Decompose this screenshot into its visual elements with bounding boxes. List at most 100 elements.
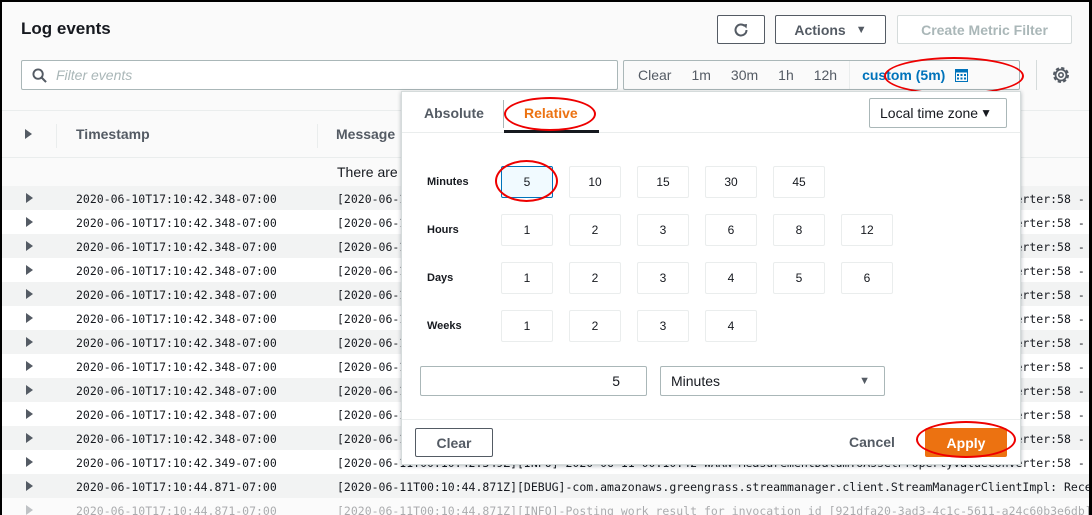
expand-row-icon[interactable] xyxy=(26,241,33,251)
refresh-button[interactable] xyxy=(717,15,765,44)
option-chip[interactable]: 8 xyxy=(773,214,825,246)
log-row[interactable]: 2020-06-10T17:10:44.871-07:00 [2020-06-11… xyxy=(2,474,1089,498)
option-chip[interactable]: 3 xyxy=(637,262,689,294)
column-header-message[interactable]: Message xyxy=(336,126,395,142)
option-chip[interactable]: 6 xyxy=(705,214,757,246)
option-chip[interactable]: 1 xyxy=(501,214,553,246)
option-chip[interactable]: 2 xyxy=(569,214,621,246)
range-1h[interactable]: 1h xyxy=(768,61,804,89)
option-chip[interactable]: 30 xyxy=(705,166,757,198)
timezone-label: Local time zone xyxy=(880,105,979,121)
expand-row-icon[interactable] xyxy=(26,433,33,443)
option-row-label: Hours xyxy=(427,224,459,236)
amount-input[interactable] xyxy=(420,366,647,396)
row-timestamp: 2020-06-10T17:10:42.348-07:00 xyxy=(76,264,277,278)
range-12h[interactable]: 12h xyxy=(804,61,847,89)
option-row-label: Weeks xyxy=(427,320,462,332)
page-title: Log events xyxy=(21,19,111,38)
tab-absolute[interactable]: Absolute xyxy=(424,105,484,121)
active-tab-indicator xyxy=(504,130,599,133)
actions-label: Actions xyxy=(794,21,846,38)
option-chip[interactable]: 15 xyxy=(637,166,689,198)
option-row-label: Minutes xyxy=(427,176,469,188)
filter-events-search[interactable] xyxy=(21,60,618,90)
option-row-weeks: Weeks 1 2 3 4 xyxy=(402,310,1020,342)
option-chip[interactable]: 5 xyxy=(773,262,825,294)
cancel-button[interactable]: Cancel xyxy=(849,434,895,450)
expand-row-icon[interactable] xyxy=(26,481,33,491)
option-row-label: Days xyxy=(427,272,454,284)
log-row[interactable]: 2020-06-10T17:10:44.871-07:00 [2020-06-11… xyxy=(2,498,1089,515)
row-timestamp: 2020-06-10T17:10:42.348-07:00 xyxy=(76,336,277,350)
row-timestamp: 2020-06-10T17:10:42.348-07:00 xyxy=(76,408,277,422)
filter-events-input[interactable] xyxy=(56,67,596,83)
clear-button[interactable]: Clear xyxy=(415,428,493,457)
relative-time-popover: Absolute Relative Local time zone ▼ Minu… xyxy=(401,91,1021,465)
option-chip[interactable]: 45 xyxy=(773,166,825,198)
expand-row-icon[interactable] xyxy=(26,289,33,299)
option-chip[interactable]: 6 xyxy=(841,262,893,294)
unit-select[interactable]: Minutes ▼ xyxy=(660,366,885,396)
apply-button[interactable]: Apply xyxy=(925,428,1007,457)
option-chip[interactable]: 3 xyxy=(637,310,689,342)
range-1m[interactable]: 1m xyxy=(681,61,720,89)
expand-row-icon[interactable] xyxy=(26,217,33,227)
caret-down-icon: ▼ xyxy=(855,23,867,36)
expand-row-icon[interactable] xyxy=(26,313,33,323)
caret-down-icon: ▼ xyxy=(980,106,992,120)
option-row-hours: Hours 1 2 3 6 8 12 xyxy=(402,214,1020,246)
option-chip[interactable]: 2 xyxy=(569,262,621,294)
range-custom[interactable]: custom (5m) xyxy=(849,61,978,89)
range-custom-label: custom (5m) xyxy=(862,67,946,83)
option-chip[interactable]: 4 xyxy=(705,310,757,342)
expand-all-icon[interactable] xyxy=(25,129,32,139)
popover-tabs: Absolute Relative Local time zone ▼ xyxy=(402,92,1020,133)
caret-down-icon: ▼ xyxy=(859,375,870,387)
column-divider xyxy=(56,124,57,148)
row-timestamp: 2020-06-10T17:10:42.348-07:00 xyxy=(76,312,277,326)
option-chip[interactable]: 5 xyxy=(501,166,553,198)
refresh-icon xyxy=(734,23,748,36)
column-header-timestamp[interactable]: Timestamp xyxy=(76,126,150,142)
row-timestamp: 2020-06-10T17:10:44.871-07:00 xyxy=(76,504,277,515)
tab-divider xyxy=(503,100,504,128)
timezone-select[interactable]: Local time zone ▼ xyxy=(869,98,1007,128)
row-message: [2020-06-11T00:10:44.871Z][INFO]-Posting… xyxy=(337,504,1089,515)
time-range-selector: Clear 1m 30m 1h 12h custom (5m) xyxy=(623,60,1020,90)
range-clear[interactable]: Clear xyxy=(624,61,681,89)
row-timestamp: 2020-06-10T17:10:42.348-07:00 xyxy=(76,288,277,302)
row-timestamp: 2020-06-10T17:10:42.348-07:00 xyxy=(76,216,277,230)
expand-row-icon[interactable] xyxy=(26,457,33,467)
option-chip[interactable]: 3 xyxy=(637,214,689,246)
search-icon xyxy=(32,67,47,83)
create-metric-filter-button[interactable]: Create Metric Filter xyxy=(897,15,1072,44)
toolbar-divider xyxy=(1036,60,1037,90)
expand-row-icon[interactable] xyxy=(26,361,33,371)
settings-gear-icon[interactable] xyxy=(1051,65,1071,85)
row-timestamp: 2020-06-10T17:10:42.349-07:00 xyxy=(76,456,277,470)
option-chip[interactable]: 1 xyxy=(501,310,553,342)
row-timestamp: 2020-06-10T17:10:44.871-07:00 xyxy=(76,480,277,494)
option-chip[interactable]: 12 xyxy=(841,214,893,246)
row-timestamp: 2020-06-10T17:10:42.348-07:00 xyxy=(76,384,277,398)
calendar-icon xyxy=(955,68,969,82)
unit-select-value: Minutes xyxy=(671,373,721,389)
actions-button[interactable]: Actions ▼ xyxy=(775,15,886,44)
expand-row-icon[interactable] xyxy=(26,337,33,347)
option-chip[interactable]: 2 xyxy=(569,310,621,342)
expand-row-icon[interactable] xyxy=(26,409,33,419)
expand-row-icon[interactable] xyxy=(26,265,33,275)
expand-row-icon[interactable] xyxy=(26,193,33,203)
range-30m[interactable]: 30m xyxy=(721,61,768,89)
option-chip[interactable]: 1 xyxy=(501,262,553,294)
option-chip[interactable]: 10 xyxy=(569,166,621,198)
tab-relative[interactable]: Relative xyxy=(524,105,578,121)
row-timestamp: 2020-06-10T17:10:42.348-07:00 xyxy=(76,360,277,374)
expand-row-icon[interactable] xyxy=(26,505,33,515)
option-row-minutes: Minutes 5 10 15 30 45 xyxy=(402,166,1020,198)
row-timestamp: 2020-06-10T17:10:42.348-07:00 xyxy=(76,192,277,206)
row-message: [2020-06-11T00:10:44.871Z][DEBUG]-com.am… xyxy=(337,480,1089,494)
option-chip[interactable]: 4 xyxy=(705,262,757,294)
column-divider xyxy=(317,124,318,148)
expand-row-icon[interactable] xyxy=(26,385,33,395)
